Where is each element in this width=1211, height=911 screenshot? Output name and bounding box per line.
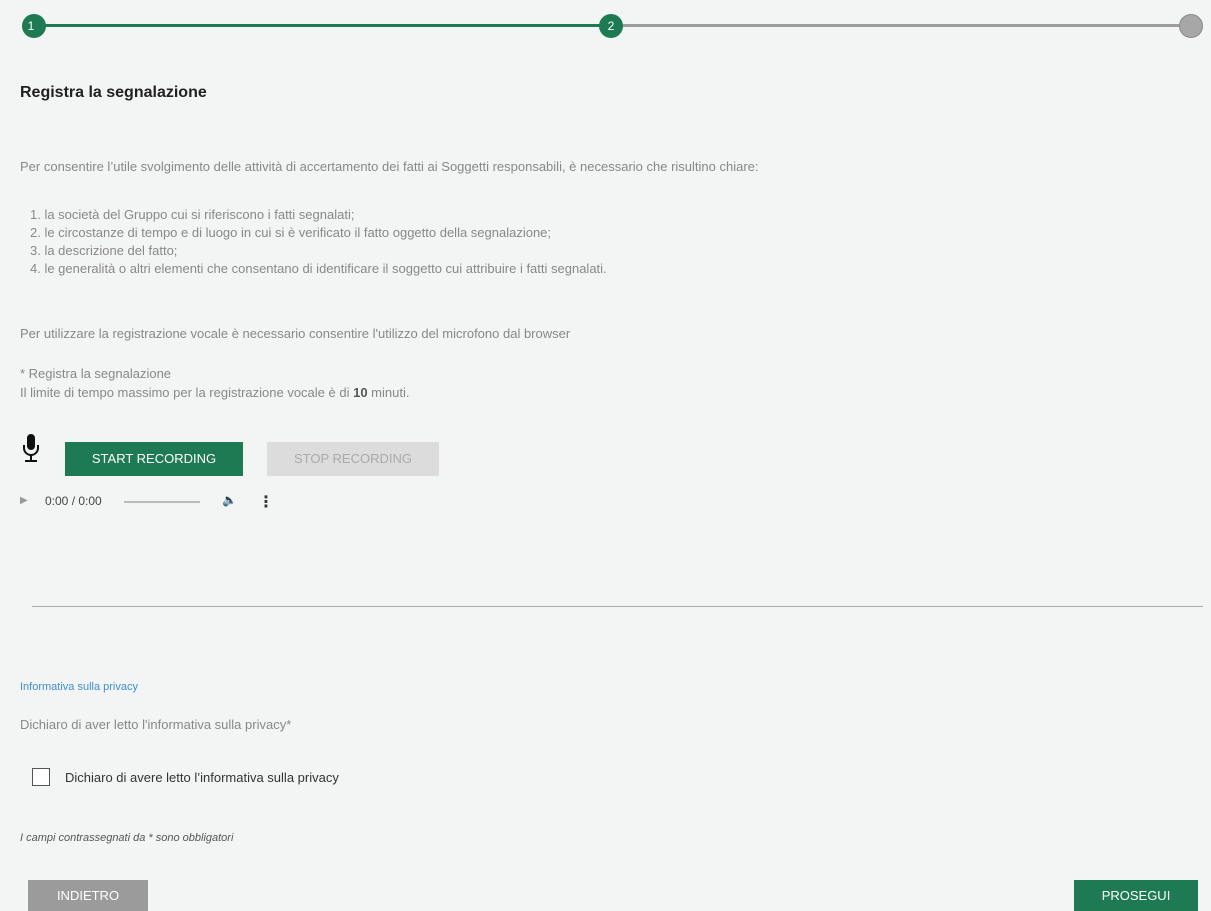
stop-recording-button[interactable]: STOP RECORDING (267, 442, 439, 476)
page-title: Registra la segnalazione (20, 84, 207, 101)
privacy-checkbox-label[interactable]: Dichiaro di avere letto l’informativa su… (65, 770, 339, 785)
privacy-declaration-label: Dichiaro di aver letto l'informativa sul… (20, 717, 292, 732)
more-options-icon[interactable]: ⋮ (258, 492, 274, 512)
recording-required-label: * Registra la segnalazione (20, 366, 172, 381)
stepper-track-complete (34, 24, 610, 27)
audio-player: ▶ 0:00 / 0:00 🔈 ⋮ (20, 492, 280, 512)
intro-text: Per consentire l’utile svolgimento delle… (20, 159, 759, 174)
list-item: 2. le circostanze di tempo e di luogo in… (30, 225, 552, 240)
step-3-indicator (1179, 14, 1203, 38)
time-limit-suffix: minuti. (367, 385, 410, 400)
volume-icon[interactable]: 🔈 (222, 493, 237, 507)
progress-stepper: 1 2 (0, 12, 1211, 40)
privacy-checkbox[interactable] (32, 768, 50, 786)
time-limit-prefix: Il limite di tempo massimo per la regist… (20, 385, 354, 400)
time-limit-value: 10 (353, 385, 368, 400)
stepper-track-pending (612, 24, 1190, 27)
step-2-indicator: 2 (599, 14, 623, 38)
start-recording-button[interactable]: START RECORDING (65, 442, 243, 476)
section-divider (32, 606, 1203, 607)
privacy-policy-link[interactable]: Informativa sulla privacy (20, 681, 138, 693)
required-fields-note: I campi contrassegnati da * sono obbliga… (20, 832, 234, 844)
list-item: 1. la società del Gruppo cui si riferisc… (30, 207, 355, 222)
audio-time: 0:00 / 0:00 (45, 494, 102, 508)
microphone-note: Per utilizzare la registrazione vocale è… (20, 326, 571, 341)
requirements-list: 1. la società del Gruppo cui si riferisc… (30, 206, 607, 278)
step-1-indicator: 1 (22, 14, 46, 38)
back-button[interactable]: INDIETRO (28, 880, 148, 911)
play-icon[interactable]: ▶ (20, 495, 28, 506)
time-limit-text: Il limite di tempo massimo per la regist… (20, 383, 409, 402)
next-button[interactable]: PROSEGUI (1074, 880, 1198, 911)
list-item: 4. le generalità o altri elementi che co… (30, 261, 607, 276)
list-item: 3. la descrizione del fatto; (30, 243, 178, 258)
microphone-icon (23, 434, 39, 462)
audio-seek-bar[interactable] (124, 501, 200, 503)
